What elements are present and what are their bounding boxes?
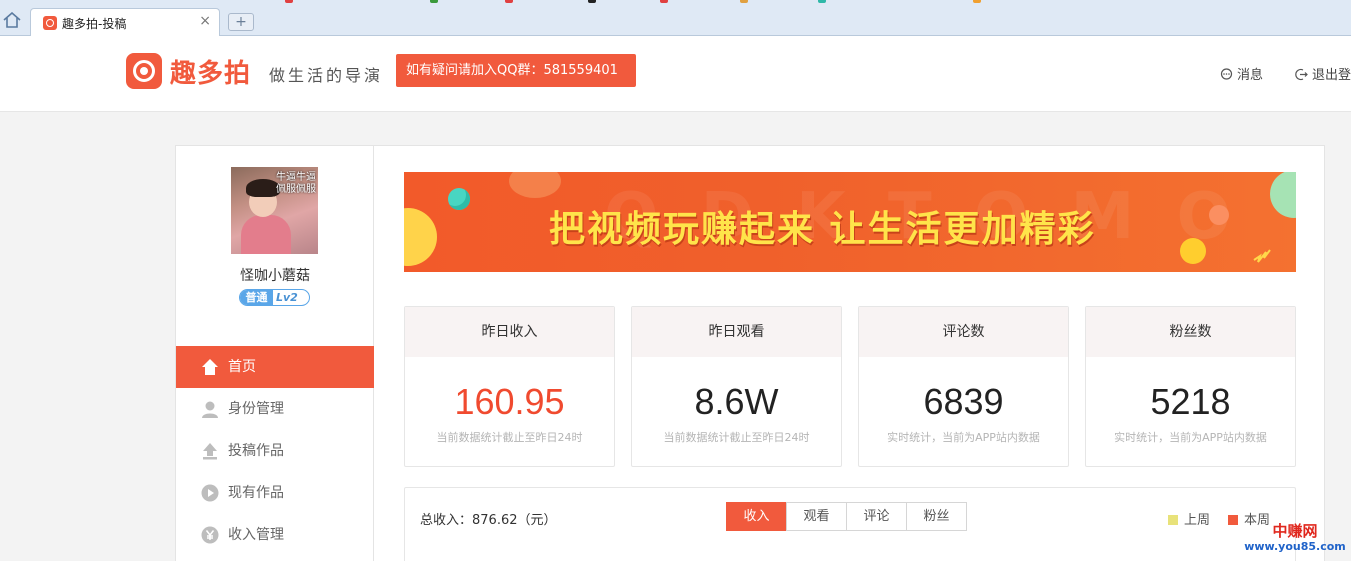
metric-tabs: 收入 观看 评论 粉丝 — [726, 502, 967, 531]
messages-link[interactable]: 消息 — [1220, 64, 1263, 83]
stat-title: 昨日观看 — [632, 307, 841, 357]
slogan: 做生活的导演 — [269, 66, 384, 85]
user-icon — [202, 401, 218, 418]
legend-label: 上周 — [1184, 513, 1211, 528]
tab-income[interactable]: 收入 — [726, 502, 787, 531]
logo-icon[interactable] — [126, 53, 162, 89]
qq-group-notice: 如有疑问请加入QQ群：581559401 — [396, 54, 636, 87]
yen-icon — [201, 526, 219, 544]
stat-value: 8.6W — [694, 381, 779, 422]
stat-card-income: 昨日收入 160.95 当前数据统计截止至昨日24时 — [404, 306, 615, 467]
stat-value: 5218 — [1150, 381, 1231, 422]
avatar-caption: 牛逼牛逼 佩服佩服 — [276, 172, 316, 195]
squiggle-decoration-icon — [1253, 249, 1271, 263]
sidebar-item-identity[interactable]: 身份管理 — [176, 388, 374, 430]
tab-title: 趣多拍-投稿 — [62, 17, 127, 31]
tab-views[interactable]: 观看 — [786, 502, 847, 531]
sidebar: 牛逼牛逼 佩服佩服 怪咖小蘑菇 普通 Lv2 首页 身份管理 投稿作品 现有作品… — [176, 146, 374, 561]
stat-card-views: 昨日观看 8.6W 当前数据统计截止至昨日24时 — [631, 306, 842, 467]
sidebar-nav: 首页 身份管理 投稿作品 现有作品 收入管理 — [176, 346, 374, 556]
tab-close-icon[interactable]: × — [199, 13, 211, 29]
watermark-url: www.you85.com — [1244, 540, 1346, 553]
legend-swatch — [1228, 515, 1238, 525]
sidebar-item-works[interactable]: 现有作品 — [176, 472, 374, 514]
sidebar-item-label: 现有作品 — [228, 485, 284, 501]
site-favicon-icon — [43, 16, 57, 30]
site-watermark: 中赚网 www.you85.com — [1240, 522, 1350, 554]
logout-label: 退出登 — [1312, 68, 1351, 83]
sidebar-item-label: 投稿作品 — [228, 443, 284, 459]
browser-tab[interactable]: 趣多拍-投稿 × — [30, 8, 220, 36]
sidebar-item-home[interactable]: 首页 — [176, 346, 374, 388]
main-content: Q D K T O M O 把视频玩赚起来 让生活更加精彩 昨日收入 160.9… — [374, 146, 1324, 561]
banner-headline: 把视频玩赚起来 让生活更加精彩 — [549, 209, 1096, 250]
tab-comments[interactable]: 评论 — [846, 502, 907, 531]
stat-note: 实时统计，当前为APP站内数据 — [887, 431, 1040, 444]
stat-title: 粉丝数 — [1086, 307, 1295, 357]
bookmark-indicators — [0, 0, 1351, 4]
level-tag: 普通 — [240, 290, 273, 305]
legend-last-week: 上周 — [1168, 509, 1210, 528]
watermark-title: 中赚网 — [1272, 522, 1318, 540]
logo-text[interactable]: 趣多拍 — [170, 53, 251, 90]
stats-row: 昨日收入 160.95 当前数据统计截止至昨日24时 昨日观看 8.6W 当前数… — [404, 306, 1296, 467]
stat-title: 评论数 — [859, 307, 1068, 357]
stat-note: 当前数据统计截止至昨日24时 — [436, 431, 583, 444]
avatar[interactable]: 牛逼牛逼 佩服佩服 — [231, 167, 318, 254]
upload-icon — [203, 443, 217, 460]
stat-note: 当前数据统计截止至昨日24时 — [663, 431, 810, 444]
level-value: Lv2 — [276, 291, 298, 304]
revenue-panel: 总收入：876.62（元） 收入 观看 评论 粉丝 上周 本周 — [404, 487, 1296, 561]
stat-note: 实时统计，当前为APP站内数据 — [1114, 431, 1267, 444]
username: 怪咖小蘑菇 — [240, 268, 310, 284]
sidebar-item-label: 收入管理 — [228, 527, 284, 543]
stat-value: 6839 — [923, 381, 1004, 422]
messages-label: 消息 — [1237, 68, 1264, 83]
dashboard-panel: 牛逼牛逼 佩服佩服 怪咖小蘑菇 普通 Lv2 首页 身份管理 投稿作品 现有作品… — [175, 145, 1325, 561]
play-icon — [201, 484, 219, 502]
sidebar-item-income[interactable]: 收入管理 — [176, 514, 374, 556]
level-badge: 普通 Lv2 — [239, 289, 310, 306]
chat-icon — [1220, 68, 1233, 80]
sidebar-item-label: 身份管理 — [228, 401, 284, 417]
logout-icon — [1295, 68, 1308, 81]
tab-fans[interactable]: 粉丝 — [906, 502, 967, 531]
browser-tab-strip: 趣多拍-投稿 × + — [0, 0, 1351, 36]
logout-link[interactable]: 退出登 — [1295, 64, 1351, 83]
sidebar-item-label: 首页 — [228, 359, 256, 375]
home-icon — [202, 359, 218, 375]
legend-swatch — [1168, 515, 1178, 525]
stat-card-fans: 粉丝数 5218 实时统计，当前为APP站内数据 — [1085, 306, 1296, 467]
new-tab-button[interactable]: + — [228, 13, 254, 31]
sidebar-item-submit[interactable]: 投稿作品 — [176, 430, 374, 472]
promo-banner[interactable]: Q D K T O M O 把视频玩赚起来 让生活更加精彩 — [404, 172, 1296, 272]
stat-title: 昨日收入 — [405, 307, 614, 357]
stat-card-comments: 评论数 6839 实时统计，当前为APP站内数据 — [858, 306, 1069, 467]
home-icon[interactable] — [3, 12, 21, 28]
total-revenue: 总收入：876.62（元） — [420, 513, 557, 528]
site-header: 趣多拍 做生活的导演 如有疑问请加入QQ群：581559401 消息 退出登 — [0, 36, 1351, 112]
stat-value: 160.95 — [454, 381, 565, 422]
